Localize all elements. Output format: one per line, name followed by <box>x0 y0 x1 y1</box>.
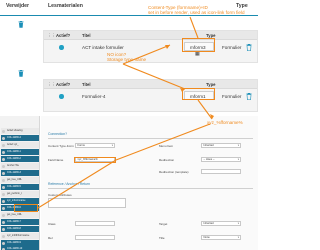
title-header: Titel <box>82 33 91 38</box>
menu-item-label: Menu Item <box>159 144 174 148</box>
sidebar-item[interactable]: get_perform_t <box>1 191 39 197</box>
sidebar-item[interactable]: COL-GRID-5 <box>1 184 39 190</box>
active-header: Actief? <box>56 33 71 38</box>
chevron-down-icon: ▾ <box>237 236 239 239</box>
target-select[interactable]: Inherited ▾ <box>201 221 241 226</box>
type-name: Formulier <box>222 45 242 50</box>
redirection-template-label: Redirection (template) <box>159 170 189 174</box>
row-header: ⋮⋮ Actief? Titel Type <box>44 31 257 40</box>
sidebar-item[interactable]: Anchor Tile <box>1 163 39 169</box>
row-title: Formulier-4 <box>82 94 106 99</box>
sidebar-item[interactable]: COL-GRID-7 <box>1 219 39 225</box>
rel-input[interactable] <box>75 235 115 240</box>
section-divider <box>48 138 253 139</box>
title-header: Titel <box>82 82 91 87</box>
material-row: ⋮⋮ Actief? Titel Type Formulier-4 mform1… <box>43 79 258 112</box>
row-title: ACT intake formulier <box>82 45 124 50</box>
content-type-select[interactable]: Forms ▾ <box>75 143 115 148</box>
trash-icon[interactable] <box>18 21 24 28</box>
sidebar-item[interactable]: COL-GRID-3 <box>1 170 39 176</box>
trash-icon[interactable] <box>246 44 252 51</box>
sidebar-item[interactable]: COL-GRID-10 <box>1 246 39 250</box>
type-header: Type <box>206 82 216 87</box>
section-title: Reference / Anchor / Return <box>48 182 91 186</box>
content-type-label: Content Type-Form <box>48 144 74 148</box>
annotation-note: NO icon? Storage type-name <box>107 52 147 63</box>
material-row: ⋮⋮ Actief? Titel Type ACT intake formuli… <box>43 30 258 63</box>
active-dot-icon[interactable] <box>59 94 64 99</box>
target-label: Target <box>159 222 168 226</box>
highlight-box <box>182 88 215 100</box>
annotation-note: Content-Type (formname)+ID set in before… <box>148 5 245 16</box>
highlight-box <box>182 38 215 52</box>
title-select[interactable]: None ▾ <box>201 235 241 240</box>
menu-item-select[interactable]: Inherited ▾ <box>201 143 241 148</box>
trash-icon[interactable] <box>246 93 252 100</box>
chevron-down-icon: ▾ <box>111 144 113 147</box>
class-label: Class <box>48 222 56 226</box>
sidebar-item[interactable]: get_tree_URL <box>1 212 39 218</box>
section-title: Connection? <box>48 132 68 136</box>
redirection-label: Redirection <box>159 158 175 162</box>
active-dot-icon[interactable] <box>59 45 64 50</box>
sidebar-item[interactable]: COL-GRID-4 <box>1 135 39 141</box>
redirection-select[interactable]: -- Hoes -- ▾ <box>201 157 241 162</box>
type-name: Formulier <box>222 94 242 99</box>
sidebar-item[interactable]: Actief xyz_ <box>1 142 39 148</box>
sidebar-item[interactable]: xyz_mtNFFormname <box>1 233 39 239</box>
chevron-down-icon: ▾ <box>237 144 239 147</box>
title-label: Title <box>159 236 165 240</box>
chevron-down-icon: ▾ <box>237 158 239 161</box>
col-header-remove: Verwijder <box>6 3 30 9</box>
rel-label: Rel <box>48 236 53 240</box>
col-header-materials: Lesmaterialen <box>48 3 83 9</box>
edit-form: Connection? Content Type-Form Forms ▾ Men… <box>41 116 258 250</box>
sidebar-item[interactable]: get_tree_URL <box>1 177 39 183</box>
sidebar-item[interactable]: COL-GRID-8 <box>1 226 39 232</box>
annotation-note: xyz_%fforname% <box>207 120 243 125</box>
class-input[interactable] <box>75 221 115 226</box>
field-name-label: Field Name <box>48 158 64 162</box>
highlight-box <box>14 204 38 212</box>
row-header: ⋮⋮ Actief? Titel Type <box>44 80 257 89</box>
sidebar-item[interactable]: Actief showing <box>1 128 39 134</box>
chevron-down-icon: ▾ <box>237 222 239 225</box>
active-header: Actief? <box>56 82 71 87</box>
trash-icon[interactable] <box>18 70 24 77</box>
sidebar: Actief showing COL-GRID-4 Actief xyz_ CO… <box>0 116 40 250</box>
drag-handle-icon[interactable]: ⋮⋮ <box>47 82 56 88</box>
sidebar-item[interactable]: COL-GRID-1 <box>1 149 39 155</box>
redirection-template-input[interactable] <box>201 169 241 174</box>
drag-handle-icon[interactable]: ⋮⋮ <box>47 33 56 39</box>
highlight-box <box>74 157 116 163</box>
custom-attributes-label: Custom Attributes <box>48 193 72 197</box>
sidebar-item[interactable]: COL-GRID-2 <box>1 156 39 162</box>
custom-attributes-input[interactable] <box>48 198 126 208</box>
section-divider <box>48 188 253 189</box>
